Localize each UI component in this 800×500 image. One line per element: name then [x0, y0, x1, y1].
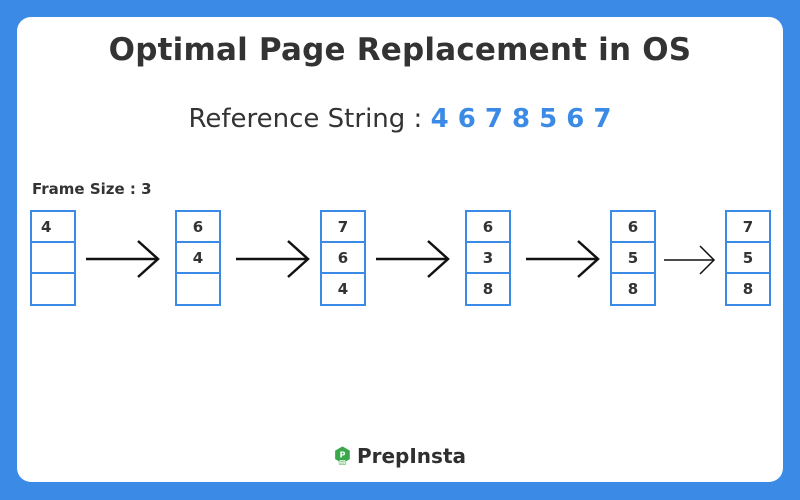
frame-cell: 4	[337, 280, 349, 298]
svg-text:P: P	[340, 451, 346, 460]
frame-cell	[32, 274, 74, 304]
frame-cell: 6	[322, 243, 364, 274]
frame-column-3: 7 6 4	[320, 210, 366, 306]
reference-string-label: Reference String :	[188, 104, 423, 134]
frame-cell: 5	[727, 243, 769, 274]
frame-cell: 5	[612, 243, 654, 274]
logo-text: PrepInsta	[356, 444, 466, 468]
frame-column-1: 4	[30, 210, 76, 306]
arrow-right-icon	[236, 240, 310, 278]
frame-cell: 8	[482, 280, 494, 298]
prepinsta-logo: P PrepInsta	[334, 436, 466, 476]
prepinsta-logo-icon: P	[335, 446, 350, 465]
arrow-right-icon	[86, 240, 160, 278]
frame-cell: 8	[742, 280, 754, 298]
arrow-right-icon	[664, 245, 716, 275]
frame-cell: 3	[467, 243, 509, 274]
frame-cell: 6	[612, 212, 654, 243]
frame-column-4: 6 3 8	[465, 210, 511, 306]
frame-cell: 6	[177, 212, 219, 243]
frame-cell	[177, 274, 219, 304]
frame-cell: 4	[177, 243, 219, 274]
page-title: Optimal Page Replacement in OS	[108, 32, 692, 68]
frame-cell: 7	[727, 212, 769, 243]
frame-column-2: 6 4	[175, 210, 221, 306]
frame-cell: 7	[322, 212, 364, 243]
reference-string: Reference String : 4 6 7 8 5 6 7	[0, 104, 800, 134]
frame-column-6: 7 5 8	[725, 210, 771, 306]
arrow-right-icon	[526, 240, 600, 278]
frame-cell: 4	[32, 212, 74, 243]
frame-cell	[32, 243, 74, 274]
frame-size-label: Frame Size : 3	[32, 180, 152, 198]
frame-cell: 6	[467, 212, 509, 243]
arrow-right-icon	[376, 240, 450, 278]
frame-cell: 8	[627, 280, 639, 298]
frame-column-5: 6 5 8	[610, 210, 656, 306]
reference-string-sequence: 4 6 7 8 5 6 7	[430, 104, 612, 134]
